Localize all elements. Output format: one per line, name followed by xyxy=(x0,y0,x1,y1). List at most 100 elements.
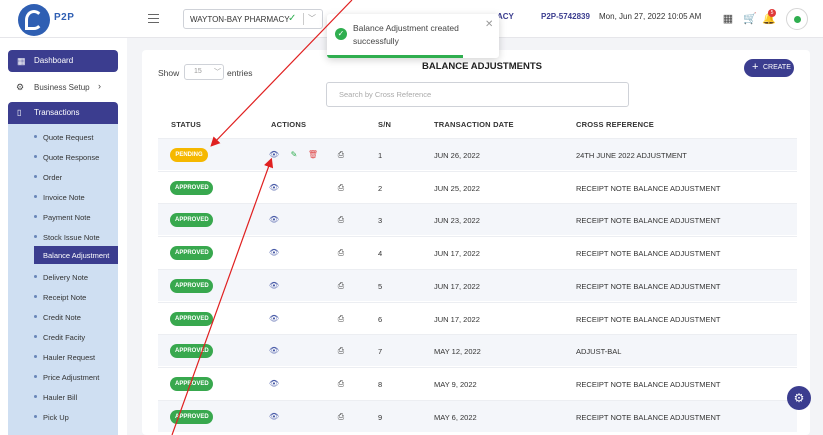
sidebar-item-pick-up[interactable]: Pick Up xyxy=(8,408,118,426)
sidebar-item-label: Credit Note xyxy=(43,313,81,322)
row-transaction-date: JUN 17, 2022 xyxy=(434,314,480,324)
menu-icon[interactable] xyxy=(148,14,159,23)
printer-icon[interactable]: ⎙ xyxy=(335,150,347,160)
sidebar-item-transactions[interactable]: ▯ Transactions xyxy=(8,102,118,124)
printer-icon[interactable]: ⎙ xyxy=(335,183,347,193)
p2p-logo[interactable] xyxy=(18,4,50,36)
pencil-icon[interactable]: ✎ xyxy=(288,150,300,159)
sidebar-item-order[interactable]: Order xyxy=(8,168,118,186)
sidebar-item-price-adjustment[interactable]: Price Adjustment xyxy=(8,368,118,386)
eye-icon[interactable]: 👁 xyxy=(268,412,280,421)
sidebar-item-label: Delivery Note xyxy=(43,273,89,282)
row-cross-reference: RECEIPT NOTE BALANCE ADJUSTMENT xyxy=(576,314,721,324)
transactions-submenu: Quote Request Quote Response Order Invoi… xyxy=(8,124,118,435)
sidebar-item-hauler-bill[interactable]: Hauler Bill xyxy=(8,388,118,406)
printer-icon[interactable]: ⎙ xyxy=(335,281,347,291)
sidebar-item-label: Dashboard xyxy=(34,56,74,65)
pharmacy-select-value: WAYTON-BAY PHARMACY xyxy=(190,15,290,24)
eye-icon[interactable]: 👁 xyxy=(268,183,280,192)
chevron-down-icon[interactable]: ﹀ xyxy=(308,13,316,24)
sidebar-item-delivery-note[interactable]: Delivery Note xyxy=(8,268,118,286)
printer-icon[interactable]: ⎙ xyxy=(335,346,347,356)
page-title: BALANCE ADJUSTMENTS xyxy=(422,61,542,72)
eye-icon[interactable]: 👁 xyxy=(268,281,280,290)
pharmacy-select[interactable]: WAYTON-BAY PHARMACY ✓ ﹀ xyxy=(183,9,323,29)
sidebar-item-label: Hauler Bill xyxy=(43,393,78,402)
status-badge: APPROVED xyxy=(170,344,213,359)
sidebar-item-quote-request[interactable]: Quote Request xyxy=(8,128,118,146)
trash-icon[interactable]: 🗑 xyxy=(307,150,319,159)
sidebar-item-receipt-note[interactable]: Receipt Note xyxy=(8,288,118,306)
row-sn: 7 xyxy=(378,347,383,357)
close-icon[interactable]: ✕ xyxy=(485,19,493,30)
printer-icon[interactable]: ⎙ xyxy=(335,215,347,225)
printer-icon[interactable]: ⎙ xyxy=(335,248,347,258)
table-row: PENDING 👁 ✎ 🗑 ⎙ 1 JUN 26, 2022 24TH JUNE 2022 A… xyxy=(158,138,797,170)
status-badge: APPROVED xyxy=(170,376,213,391)
eye-icon[interactable]: 👁 xyxy=(268,215,280,224)
sidebar-item-business-setup[interactable]: ⚙ Business Setup › xyxy=(8,78,118,98)
sidebar-item-stock-issue-note[interactable]: Stock Issue Note xyxy=(8,228,118,246)
table-row: APPROVED 👁 ⎙ 2 JUN 25, 2022 RECEIPT NOTE BALA… xyxy=(158,170,797,203)
create-button[interactable]: + CREATE xyxy=(744,59,794,77)
table-row: APPROVED 👁 ⎙ 8 MAY 9, 2022 RECEIPT NOTE BALAN… xyxy=(158,366,797,399)
row-transaction-date: JUN 17, 2022 xyxy=(434,281,480,291)
toast-message: Balance Adjustment created successfully xyxy=(353,23,459,46)
avatar[interactable] xyxy=(786,8,808,30)
sidebar-item-dashboard[interactable]: ▦ Dashboard xyxy=(8,50,118,72)
eye-icon[interactable]: 👁 xyxy=(268,379,280,388)
search-box xyxy=(326,82,629,107)
eye-icon[interactable]: 👁 xyxy=(268,248,280,257)
sidebar-item-credit-facity[interactable]: Credit Facity xyxy=(8,328,118,346)
eye-icon[interactable]: 👁 xyxy=(268,314,280,323)
sidebar-item-balance-adjustment[interactable]: Balance Adjustment xyxy=(34,246,118,264)
table-row: APPROVED 👁 ⎙ 4 JUN 17, 2022 RECEIPT NOTE BALA… xyxy=(158,236,797,268)
column-header-status[interactable]: STATUS xyxy=(171,120,201,129)
row-sn: 3 xyxy=(378,216,383,226)
sidebar-item-label: Hauler Request xyxy=(43,353,96,362)
printer-icon[interactable]: ⎙ xyxy=(335,412,347,422)
column-header-cross-reference[interactable]: CROSS REFERENCE xyxy=(576,120,654,129)
row-cross-reference: RECEIPT NOTE BALANCE ADJUSTMENT xyxy=(576,183,721,193)
eye-icon[interactable]: 👁 xyxy=(268,150,280,159)
row-transaction-date: JUN 23, 2022 xyxy=(434,216,480,226)
settings-gear-button[interactable]: ⚙ xyxy=(787,386,811,410)
row-sn: 8 xyxy=(378,379,383,389)
row-sn: 1 xyxy=(378,151,383,160)
row-transaction-date: MAY 9, 2022 xyxy=(434,379,477,389)
row-cross-reference: RECEIPT NOTE BALANCE ADJUSTMENT xyxy=(576,412,721,422)
sidebar-item-label: Balance Adjustment xyxy=(43,251,110,260)
sidebar-item-credit-note[interactable]: Credit Note xyxy=(8,308,118,326)
entries-per-page-select[interactable]: 15 ﹀ xyxy=(184,64,224,80)
plus-icon: + xyxy=(752,61,759,73)
notification-badge: 5 xyxy=(768,9,776,17)
cart-icon[interactable]: 🛒 xyxy=(743,12,757,26)
printer-icon[interactable]: ⎙ xyxy=(335,379,347,389)
status-badge: PENDING xyxy=(170,148,208,162)
row-cross-reference: RECEIPT NOTE BALANCE ADJUSTMENT xyxy=(576,249,721,259)
sidebar-item-quote-response[interactable]: Quote Response xyxy=(8,148,118,166)
select-divider xyxy=(303,13,304,25)
sidebar-item-label: Transactions xyxy=(34,108,80,117)
table-row: APPROVED 👁 ⎙ 5 JUN 17, 2022 RECEIPT NOTE BALA… xyxy=(158,268,797,301)
column-header-transaction-date[interactable]: TRANSACTION DATE xyxy=(434,120,514,129)
sidebar-item-invoice-note[interactable]: Invoice Note xyxy=(8,188,118,206)
status-badge: APPROVED xyxy=(170,409,213,424)
table-row: APPROVED 👁 ⎙ 9 MAY 6, 2022 RECEIPT NOTE BALAN… xyxy=(158,399,797,432)
sidebar-item-payment-note[interactable]: Payment Note xyxy=(8,208,118,226)
row-sn: 4 xyxy=(378,249,383,259)
eye-icon[interactable]: 👁 xyxy=(268,346,280,355)
sidebar-item-hauler-request[interactable]: Hauler Request xyxy=(8,348,118,366)
row-cross-reference: 24TH JUNE 2022 ADJUSTMENT xyxy=(576,151,687,160)
cross-reference-search-input[interactable] xyxy=(327,83,628,106)
column-header-sn[interactable]: S/N xyxy=(378,120,391,129)
sidebar: ▦ Dashboard ⚙ Business Setup › ▯ Transac… xyxy=(0,38,127,435)
sidebar-item-label: Price Adjustment xyxy=(43,373,100,382)
gear-icon: ⚙ xyxy=(16,82,25,92)
row-sn: 6 xyxy=(378,314,383,324)
row-sn: 5 xyxy=(378,281,383,291)
check-icon: ✓ xyxy=(288,13,297,24)
printer-icon[interactable]: ⎙ xyxy=(335,314,347,324)
calculator-icon[interactable]: ▦ xyxy=(721,12,735,26)
account-id: P2P-5742839 xyxy=(541,12,590,21)
